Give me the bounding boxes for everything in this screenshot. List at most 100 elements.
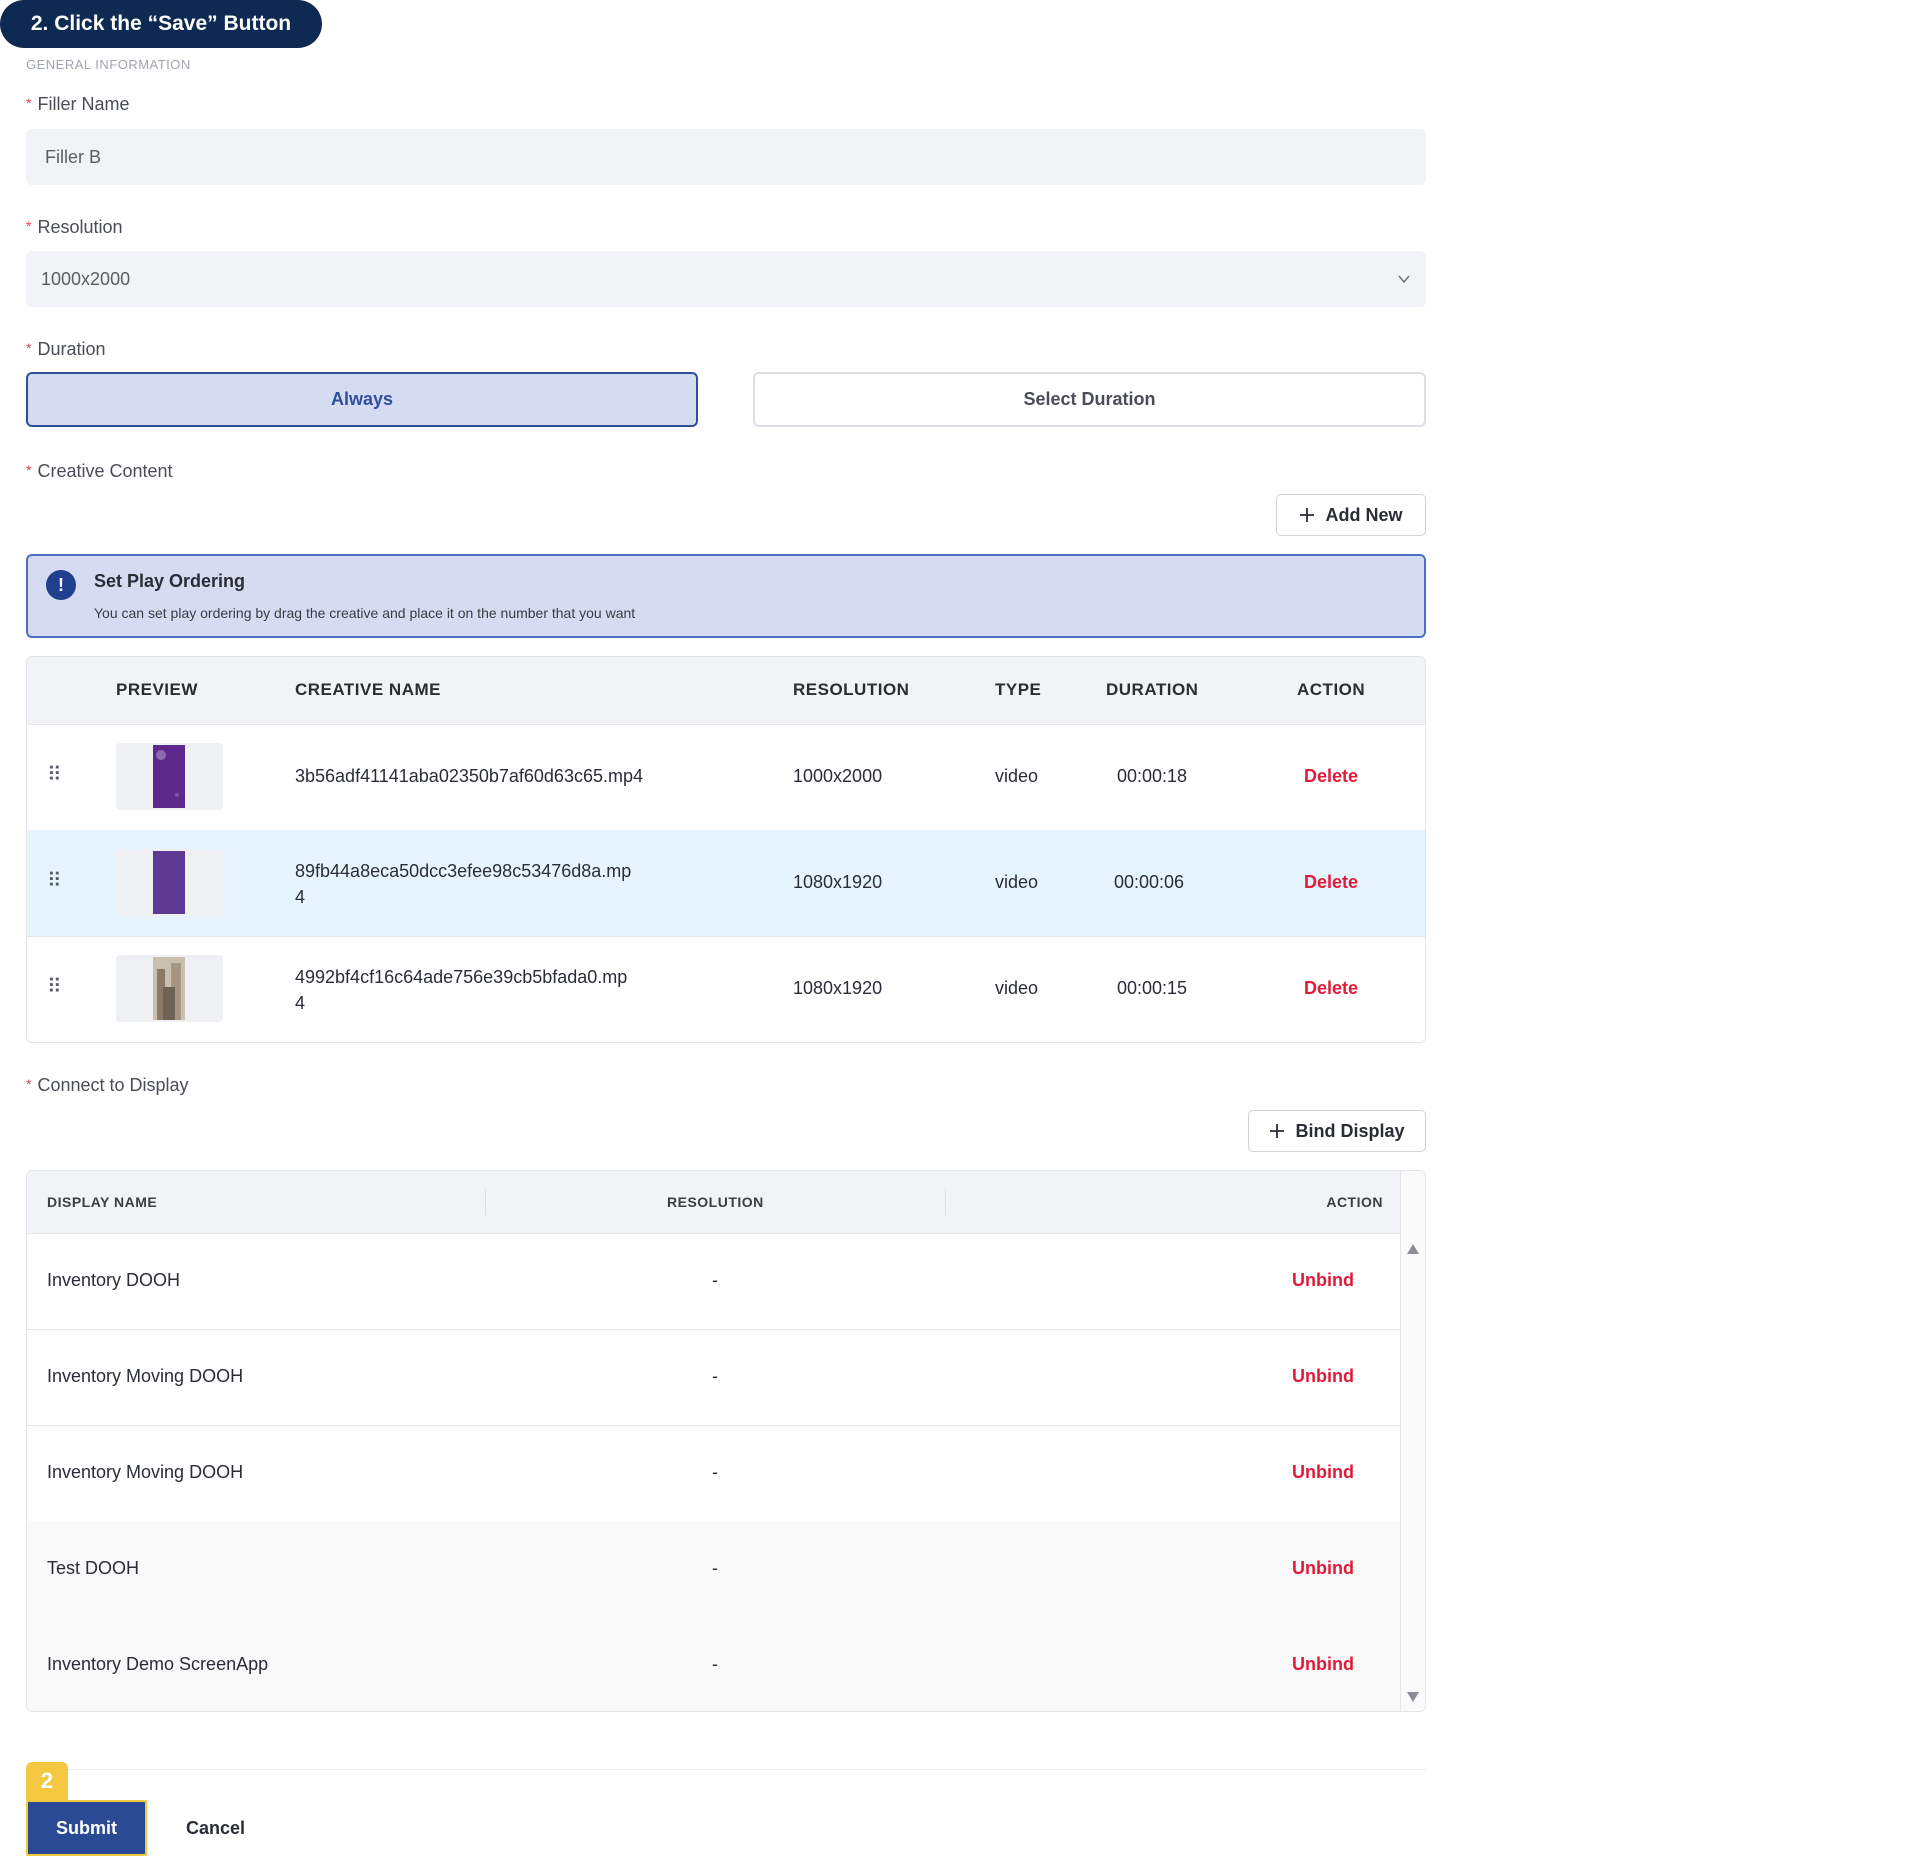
table-row[interactable]: ⠿ 4992bf4cf16c64ade756e39cb5bfada0.mp 4 1… [27,936,1425,1042]
filler-name-label: * Filler Name [26,94,129,115]
bind-display-button[interactable]: Bind Display [1248,1110,1426,1152]
alert-title: Set Play Ordering [94,571,246,591]
required-mark: * [26,340,32,356]
table-row[interactable]: Inventory Moving DOOH - Unbind [27,1425,1401,1522]
unbind-button[interactable]: Unbind [1292,1654,1354,1675]
unbind-button[interactable]: Unbind [1292,1366,1354,1387]
alert-description: You can set play ordering by drag the cr… [94,605,636,621]
footer-divider [26,1769,1426,1770]
creative-name-line1: 4992bf4cf16c64ade756e39cb5bfada0.mp [295,967,628,987]
display-resolution: - [712,1270,718,1290]
delete-button[interactable]: Delete [1304,872,1358,893]
filler-name-input[interactable]: Filler B [26,129,1426,185]
display-name: Inventory Moving DOOH [47,1462,244,1482]
display-name: Inventory Moving DOOH [47,1366,244,1386]
select-duration-button[interactable]: Select Duration [753,372,1426,427]
chevron-down-icon [1398,275,1410,284]
table-row[interactable]: ⠿ 89fb44a8eca50dcc3efee98c53476d8a.mp 4 1… [27,830,1425,937]
connect-display-label: * Connect to Display [26,1075,189,1096]
filler-name-label-text: Filler Name [37,94,130,114]
table-row[interactable]: Test DOOH - Unbind [27,1521,1401,1618]
scrollbar[interactable] [1400,1171,1425,1711]
col-action: ACTION [1297,680,1366,699]
creative-name: 4992bf4cf16c64ade756e39cb5bfada0.mp 4 [295,964,627,1016]
video-preview-image [153,745,185,808]
creative-resolution: 1080x1920 [793,872,883,892]
creative-resolution: 1000x2000 [793,766,883,786]
creative-thumbnail [116,743,223,810]
scroll-down-icon[interactable] [1406,1691,1420,1703]
creative-table: PREVIEW CREATIVE NAME RESOLUTION TYPE DU… [26,656,1426,1043]
scroll-up-icon[interactable] [1406,1243,1420,1255]
connect-display-label-text: Connect to Display [37,1075,189,1095]
table-row[interactable]: Inventory Moving DOOH - Unbind [27,1329,1401,1426]
resolution-select[interactable]: 1000x2000 [26,251,1426,307]
bind-display-label: Bind Display [1295,1120,1405,1141]
display-name: Inventory DOOH [47,1270,181,1290]
required-mark: * [26,462,32,478]
unbind-button[interactable]: Unbind [1292,1462,1354,1483]
display-name: Test DOOH [47,1558,140,1578]
display-resolution: - [712,1462,718,1482]
creative-type: video [995,872,1039,892]
delete-button[interactable]: Delete [1304,766,1358,787]
drag-handle-icon[interactable]: ⠿ [47,868,62,893]
drag-handle-icon[interactable]: ⠿ [47,762,62,787]
creative-thumbnail [116,955,223,1022]
creative-type: video [995,978,1039,998]
exclamation-icon: ! [46,570,76,600]
add-new-label: Add New [1325,504,1403,525]
required-mark: * [26,1076,32,1092]
col-preview: PREVIEW [116,680,198,699]
display-resolution: - [712,1558,718,1578]
play-ordering-alert: ! Set Play Ordering You can set play ord… [26,554,1426,638]
table-row[interactable]: Inventory Demo ScreenApp - Unbind [27,1617,1401,1711]
duration-always-button[interactable]: Always [26,372,698,427]
creative-name: 3b56adf41141aba02350b7af60d63c65.mp4 [295,766,643,786]
add-new-button[interactable]: Add New [1276,494,1426,536]
creative-resolution: 1080x1920 [793,978,883,998]
required-mark: * [26,95,32,111]
table-row[interactable]: ⠿ 3b56adf41141aba02350b7af60d63c65.mp4 1… [27,724,1425,831]
resolution-label-text: Resolution [37,217,123,237]
submit-button[interactable]: Submit [26,1800,147,1856]
unbind-button[interactable]: Unbind [1292,1558,1354,1579]
resolution-label: * Resolution [26,217,123,238]
plus-icon [1300,508,1315,522]
duration-label: * Duration [26,339,106,360]
drag-handle-icon[interactable]: ⠿ [47,974,62,999]
creative-type: video [995,766,1039,786]
creative-name-line1: 89fb44a8eca50dcc3efee98c53476d8a.mp [295,861,632,881]
plus-icon [1270,1124,1285,1138]
creative-name-line2: 4 [295,993,306,1013]
creative-thumbnail [116,849,223,916]
col-resolution: RESOLUTION [793,680,910,699]
table-row[interactable]: Inventory DOOH - Unbind [27,1233,1401,1330]
resolution-select-value: 1000x2000 [41,269,131,289]
display-resolution: - [712,1366,718,1386]
display-resolution: - [712,1654,718,1674]
display-table-header: DISPLAY NAME RESOLUTION ACTION [27,1171,1401,1234]
creative-duration: 00:00:18 [1117,766,1188,786]
cancel-button[interactable]: Cancel [186,1818,245,1839]
creative-duration: 00:00:06 [1114,872,1185,892]
video-preview-image [153,851,185,914]
col-display-resolution: RESOLUTION [667,1194,764,1210]
creative-content-label-text: Creative Content [37,461,173,481]
creative-duration: 00:00:15 [1117,978,1188,998]
display-table: DISPLAY NAME RESOLUTION ACTION Inventory… [26,1170,1426,1712]
step-badge: 2 [26,1762,68,1800]
unbind-button[interactable]: Unbind [1292,1270,1354,1291]
column-divider [945,1189,946,1215]
video-preview-image [153,957,185,1020]
col-type: TYPE [995,680,1042,699]
col-duration: DURATION [1106,680,1199,699]
display-name: Inventory Demo ScreenApp [47,1654,269,1674]
col-display-name: DISPLAY NAME [47,1194,158,1210]
section-caption: GENERAL INFORMATION [26,57,191,72]
required-mark: * [26,218,32,234]
creative-table-header: PREVIEW CREATIVE NAME RESOLUTION TYPE DU… [27,657,1425,725]
delete-button[interactable]: Delete [1304,978,1358,999]
duration-label-text: Duration [37,339,106,359]
col-creative-name: CREATIVE NAME [295,680,441,699]
